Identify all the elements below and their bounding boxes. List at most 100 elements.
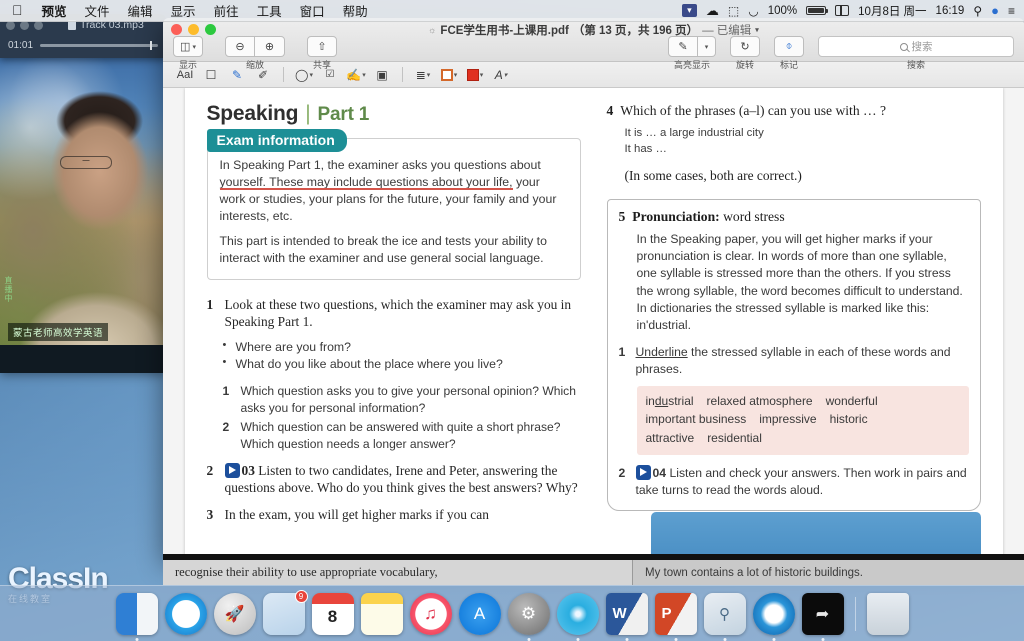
search-input[interactable]: 搜索: [818, 36, 1014, 57]
bottom-strip-right-text: My town contains a lot of historic build…: [633, 560, 1024, 585]
audio-player-controls[interactable]: 01:01: [0, 36, 166, 51]
toolbar-group-view: ◫ ▾ 显示: [173, 36, 203, 71]
camera-bottom-bar: [0, 345, 166, 373]
pdf-page: Speaking | Part 1 Exam information In Sp…: [184, 88, 1003, 560]
exercise-2-body: 03 Listen to two candidates, Irene and P…: [224, 462, 581, 497]
flag-icon[interactable]: ▾: [681, 4, 697, 17]
menu-bar-time[interactable]: 16:19: [936, 5, 965, 17]
preview-pdf-window[interactable]: ☼ FCE学生用书-上课用.pdf （第 13 页，共 196 页） — 已编辑…: [163, 18, 1024, 560]
pron-item-1-number: 1: [618, 344, 626, 359]
battery-icon[interactable]: [806, 6, 829, 15]
word-item: attractive: [645, 431, 695, 446]
camera-video-panel[interactable]: 直播中 蒙古老师高效学英语: [0, 58, 166, 373]
dock: 🚀 9 8 ♫ A ⚙ W P ⚲ ➦: [0, 585, 1024, 641]
word-item: historic: [829, 412, 868, 427]
siri-icon[interactable]: ●: [991, 3, 999, 18]
dock-item-quicktime[interactable]: [752, 592, 795, 641]
control-center-icon[interactable]: [835, 5, 850, 16]
list-item: Where are you from?: [223, 338, 581, 357]
exam-paragraph-2: This part is intended to break the ice a…: [219, 233, 547, 265]
dock-item-itunes[interactable]: ♫: [409, 592, 452, 635]
pron-underline-word: Underline: [635, 344, 688, 359]
dock-item-launchpad[interactable]: 🚀: [213, 592, 256, 635]
dock-item-trash[interactable]: [866, 592, 909, 635]
dock-item-safari[interactable]: [164, 592, 207, 635]
share-icon[interactable]: ⇧: [307, 36, 337, 57]
cloud-icon[interactable]: ☁: [706, 3, 719, 19]
border-style-icon[interactable]: ▾: [437, 65, 461, 85]
dock-item-wechat[interactable]: [556, 592, 599, 641]
menu-item-file[interactable]: 文件: [76, 1, 119, 20]
note-icon[interactable]: ▣: [370, 65, 394, 85]
exam-paragraph-1: In Speaking Part 1, the examiner asks yo…: [220, 157, 568, 225]
font-style-icon[interactable]: A ▾: [489, 65, 513, 85]
exercise-1-subitems: 1 Which question asks you to give your p…: [223, 383, 581, 453]
dock-item-calendar[interactable]: 8: [311, 592, 354, 635]
chevron-down-icon[interactable]: ▾: [698, 36, 716, 57]
menu-item-window[interactable]: 窗口: [291, 1, 334, 20]
pronunciation-paragraph: In the Speaking paper, you will get high…: [636, 231, 963, 333]
rotate-icon[interactable]: ↻: [730, 36, 760, 57]
play-icon[interactable]: [224, 463, 240, 478]
zoom-in-icon[interactable]: ⊕: [255, 36, 285, 57]
menu-item-go[interactable]: 前往: [205, 1, 248, 20]
apple-icon[interactable]: : [8, 3, 33, 19]
play-icon[interactable]: [635, 464, 651, 480]
toolbar-group-zoom: ⊖ ⊕ 缩放: [225, 36, 285, 71]
menu-bar-date[interactable]: 10月8日 周一: [858, 3, 926, 19]
menu-bar:  预览 文件 编辑 显示 前往 工具 窗口 帮助 ▾ ☁ ⬚ ◡ 100% 1…: [0, 0, 1024, 22]
dock-item-preview[interactable]: ⚲: [703, 592, 746, 641]
signature-icon[interactable]: ✍ ▾: [344, 65, 368, 85]
pron-item-2-track: 04: [652, 465, 667, 480]
menu-item-tools[interactable]: 工具: [248, 1, 291, 20]
wifi-icon[interactable]: ◡: [748, 4, 758, 18]
search-icon[interactable]: ⚲: [973, 4, 982, 18]
bluetooth-icon[interactable]: ⬚: [728, 4, 739, 18]
dock-item-mail[interactable]: 9: [262, 589, 308, 635]
app-store-icon: A: [473, 603, 486, 623]
pdf-toolbar-right-groups: ✎ ▾ 高亮显示 ↻ 旋转 ⌽ 标记 搜索 搜索: [668, 36, 1014, 71]
pdf-page-scroll-area[interactable]: Speaking | Part 1 Exam information In Sp…: [163, 88, 1024, 560]
fill-color-icon[interactable]: ▾: [463, 65, 487, 85]
exercise-4-sub-1: It is … a large industrial city: [624, 126, 764, 139]
word-item: residential: [707, 431, 762, 446]
audio-scrubber[interactable]: [40, 41, 158, 50]
exercise-2: 2 03 Listen to two candidates, Irene and…: [207, 462, 581, 497]
word-stress-list: industrial relaxed atmosphere wonderful im…: [636, 385, 969, 455]
gear-icon: ⚙: [520, 603, 537, 623]
dock-item-system-preferences[interactable]: ⚙: [507, 592, 550, 641]
align-icon[interactable]: ≣ ▾: [411, 65, 435, 85]
dock-item-powerpoint[interactable]: P: [654, 592, 697, 641]
magnifier-icon: ⚲: [719, 605, 730, 623]
pron-item-2-text: Listen and check your answers. Then work…: [635, 465, 967, 497]
menu-item-app[interactable]: 预览: [33, 1, 76, 20]
toolbar-label-markup: 标记: [779, 60, 798, 70]
heading-title: Speaking: [206, 102, 299, 125]
exercise-1-sub-2: 2 Which question can be answered with qu…: [223, 419, 581, 453]
zoom-out-icon[interactable]: ⊖: [225, 36, 255, 57]
exercise-2-text: Listen to two candidates, Irene and Pete…: [224, 463, 578, 496]
sidebar-icon[interactable]: ◫ ▾: [173, 36, 203, 57]
dock-item-seagull-app[interactable]: ➦: [801, 592, 844, 641]
search-icon: [899, 42, 908, 51]
exercise-4-text: Which of the phrases (a–l) can you use w…: [620, 103, 887, 118]
highlighter-icon[interactable]: ✎: [668, 36, 698, 57]
calendar-day: 8: [327, 607, 338, 626]
page-column-left: Speaking | Part 1 Exam information In Sp…: [206, 102, 581, 560]
dock-item-word[interactable]: W: [605, 592, 648, 641]
chevron-down-icon[interactable]: ▾: [755, 26, 759, 34]
toolbar-label-highlight: 高亮显示: [673, 60, 710, 70]
heading-part: Part 1: [317, 104, 370, 125]
exercise-4-sub-2: It has …: [624, 143, 667, 156]
menu-item-edit[interactable]: 编辑: [119, 1, 162, 20]
dock-item-app-store[interactable]: A: [458, 592, 501, 635]
markup-icon[interactable]: ⌽: [774, 36, 804, 57]
dock-item-finder[interactable]: [115, 592, 158, 641]
exam-information-tag: Exam information: [206, 129, 347, 152]
menu-item-help[interactable]: 帮助: [334, 1, 377, 20]
notification-center-icon[interactable]: ≡: [1008, 4, 1015, 18]
dock-item-notes[interactable]: [360, 592, 403, 635]
toolbar-label-view: 显示: [178, 60, 197, 70]
sub-number: 1: [222, 384, 230, 399]
menu-item-view[interactable]: 显示: [162, 1, 205, 20]
